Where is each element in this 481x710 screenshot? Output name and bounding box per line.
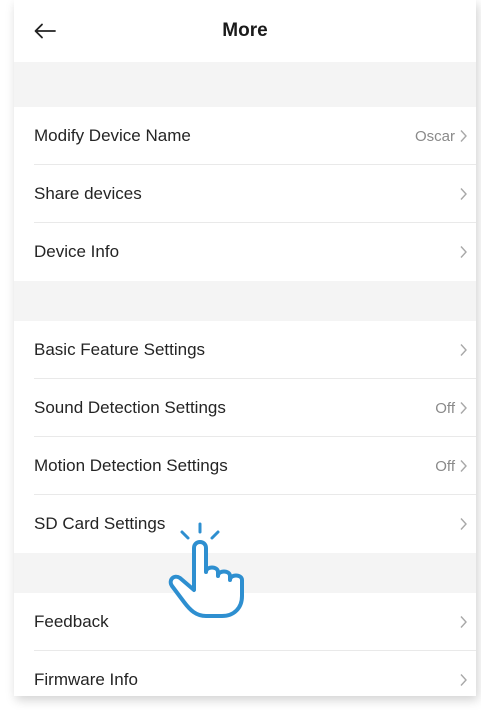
section-gap [14,62,476,107]
chevron-right-icon [460,518,467,530]
row-label: Basic Feature Settings [34,340,206,359]
row-modify-device-name[interactable]: Modify Device Name Oscar [14,107,476,165]
sound-detection-value: Off [435,399,455,417]
section-gap [14,281,476,321]
chevron-right-icon [460,130,467,142]
row-label: Modify Device Name [34,126,191,145]
row-label: Device Info [34,242,120,261]
chevron-right-icon [460,246,467,258]
chevron-right-icon [460,616,467,628]
phone-screen: More Modify Device Name Oscar Share devi… [14,0,476,696]
row-label: SD Card Settings [34,514,166,533]
page-title: More [222,20,268,41]
row-feedback[interactable]: Feedback [14,593,476,651]
row-firmware-info[interactable]: Firmware Info [14,651,476,696]
row-label: Motion Detection Settings [34,456,228,475]
row-share-devices[interactable]: Share devices [14,165,476,223]
chevron-right-icon [460,188,467,200]
row-label: Firmware Info [34,670,138,689]
row-sound-detection-settings[interactable]: Sound Detection Settings Off [14,379,476,437]
top-bar: More [14,0,476,62]
motion-detection-value: Off [435,457,455,475]
row-label: Share devices [34,184,142,203]
section-gap [14,553,476,593]
row-label: Feedback [34,612,109,631]
row-label: Sound Detection Settings [34,398,226,417]
chevron-right-icon [460,674,467,686]
row-sd-card-settings[interactable]: SD Card Settings [14,495,476,553]
row-device-info[interactable]: Device Info [14,223,476,281]
row-motion-detection-settings[interactable]: Motion Detection Settings Off [14,437,476,495]
chevron-right-icon [460,402,467,414]
chevron-right-icon [460,344,467,356]
row-basic-feature-settings[interactable]: Basic Feature Settings [14,321,476,379]
chevron-right-icon [460,460,467,472]
device-name-value: Oscar [414,127,455,145]
